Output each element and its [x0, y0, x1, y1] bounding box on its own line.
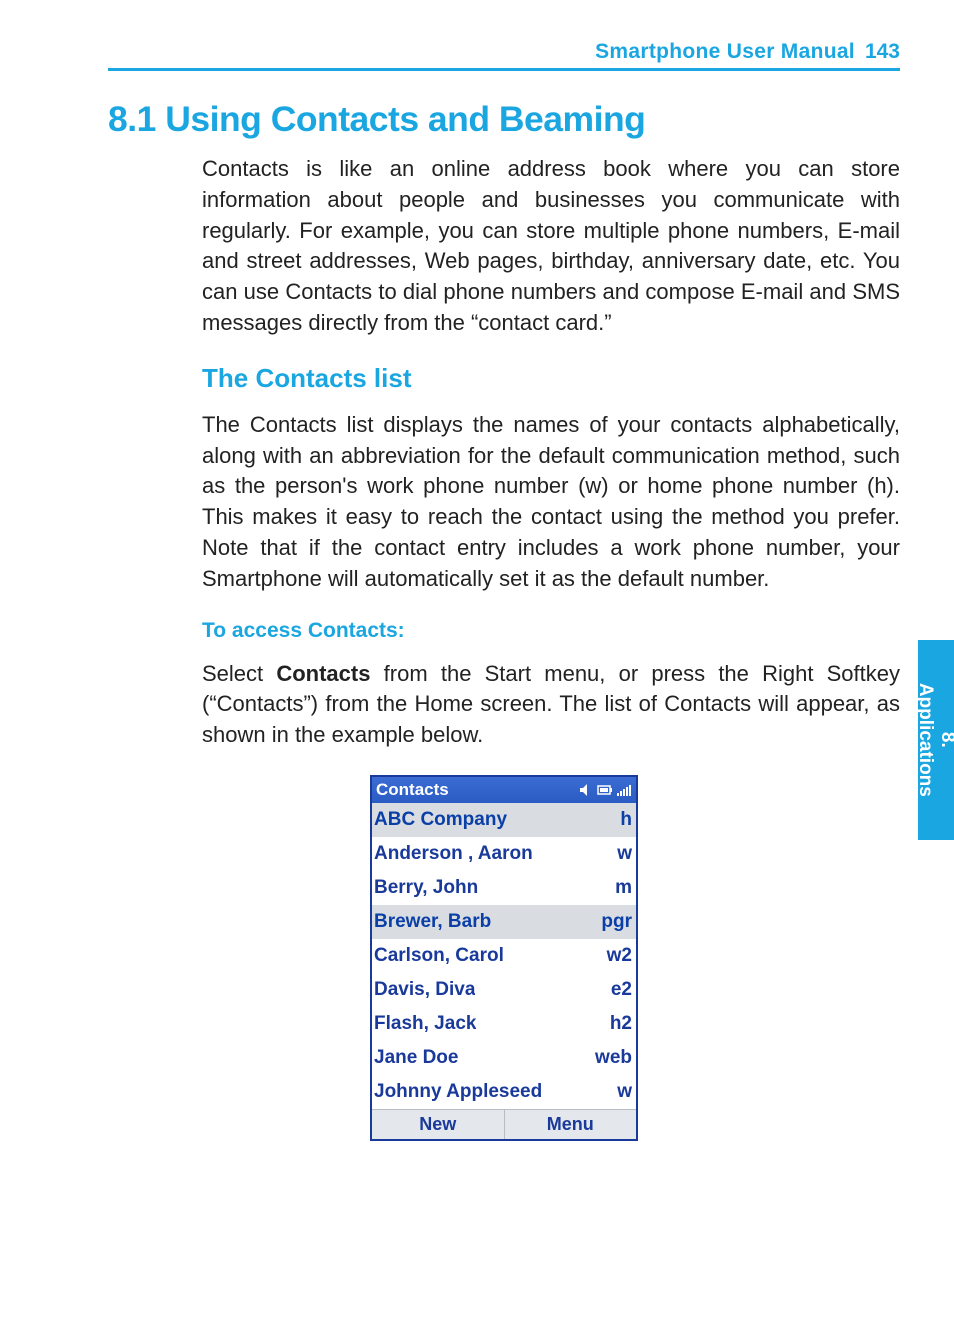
contact-name: Carlson, Carol — [374, 945, 504, 967]
contact-method-code: e2 — [611, 979, 632, 1001]
contact-name: ABC Company — [374, 809, 507, 831]
intro-paragraph: Contacts is like an online address book … — [202, 154, 900, 339]
chapter-tab-label: 8. Applications — [914, 683, 954, 797]
contact-row[interactable]: Berry, John m — [372, 871, 636, 905]
contact-row[interactable]: Johnny Appleseed w — [372, 1075, 636, 1109]
contact-row[interactable]: ABC Company h — [372, 803, 636, 837]
status-icons — [578, 783, 632, 797]
chapter-tab: 8. Applications — [918, 640, 954, 840]
contact-name: Jane Doe — [374, 1047, 458, 1069]
page-number: 143 — [865, 40, 900, 64]
manual-title: Smartphone User Manual — [595, 40, 855, 64]
contact-row[interactable]: Davis, Diva e2 — [372, 973, 636, 1007]
contact-name: Berry, John — [374, 877, 478, 899]
access-text-bold: Contacts — [276, 661, 370, 686]
contact-name: Flash, Jack — [374, 1013, 476, 1035]
contacts-list-paragraph: The Contacts list displays the names of … — [202, 410, 900, 595]
chapter-number: 8. — [937, 732, 954, 748]
contact-method-code: pgr — [601, 911, 632, 933]
chapter-name: Applications — [915, 683, 936, 797]
page-header: Smartphone User Manual 143 — [108, 40, 900, 71]
contact-row[interactable]: Jane Doe web — [372, 1041, 636, 1075]
contact-row[interactable]: Brewer, Barb pgr — [372, 905, 636, 939]
howto-heading: To access Contacts: — [202, 619, 900, 643]
phone-screen: Contacts ABC Company h Anderson , Aaron w Be… — [370, 775, 638, 1141]
signal-icon — [616, 783, 632, 797]
phone-title: Contacts — [376, 780, 449, 800]
contact-row[interactable]: Flash, Jack h2 — [372, 1007, 636, 1041]
subsection-heading: The Contacts list — [202, 363, 900, 394]
softkey-new[interactable]: New — [372, 1110, 504, 1139]
battery-icon — [597, 783, 613, 797]
contact-method-code: w — [617, 1081, 632, 1103]
contact-method-code: h2 — [610, 1013, 632, 1035]
softkey-menu[interactable]: Menu — [504, 1110, 637, 1139]
contact-row[interactable]: Anderson , Aaron w — [372, 837, 636, 871]
softkey-bar: New Menu — [372, 1109, 636, 1139]
contact-method-code: m — [615, 877, 632, 899]
contact-method-code: h — [620, 809, 632, 831]
access-text-pre: Select — [202, 661, 276, 686]
contact-name: Anderson , Aaron — [374, 843, 533, 865]
phone-screenshot: Contacts ABC Company h Anderson , Aaron w Be… — [108, 775, 900, 1141]
speaker-icon — [578, 783, 594, 797]
contact-method-code: w — [617, 843, 632, 865]
contacts-list: ABC Company h Anderson , Aaron w Berry, John… — [372, 803, 636, 1109]
contact-row[interactable]: Carlson, Carol w2 — [372, 939, 636, 973]
contact-method-code: w2 — [607, 945, 632, 967]
phone-titlebar: Contacts — [372, 777, 636, 803]
section-heading: 8.1 Using Contacts and Beaming — [108, 99, 900, 140]
access-paragraph: Select Contacts from the Start menu, or … — [202, 659, 900, 751]
contact-name: Brewer, Barb — [374, 911, 491, 933]
manual-page: Smartphone User Manual 143 8.1 Using Con… — [0, 0, 954, 1318]
contact-name: Davis, Diva — [374, 979, 475, 1001]
contact-name: Johnny Appleseed — [374, 1081, 542, 1103]
contact-method-code: web — [595, 1047, 632, 1069]
